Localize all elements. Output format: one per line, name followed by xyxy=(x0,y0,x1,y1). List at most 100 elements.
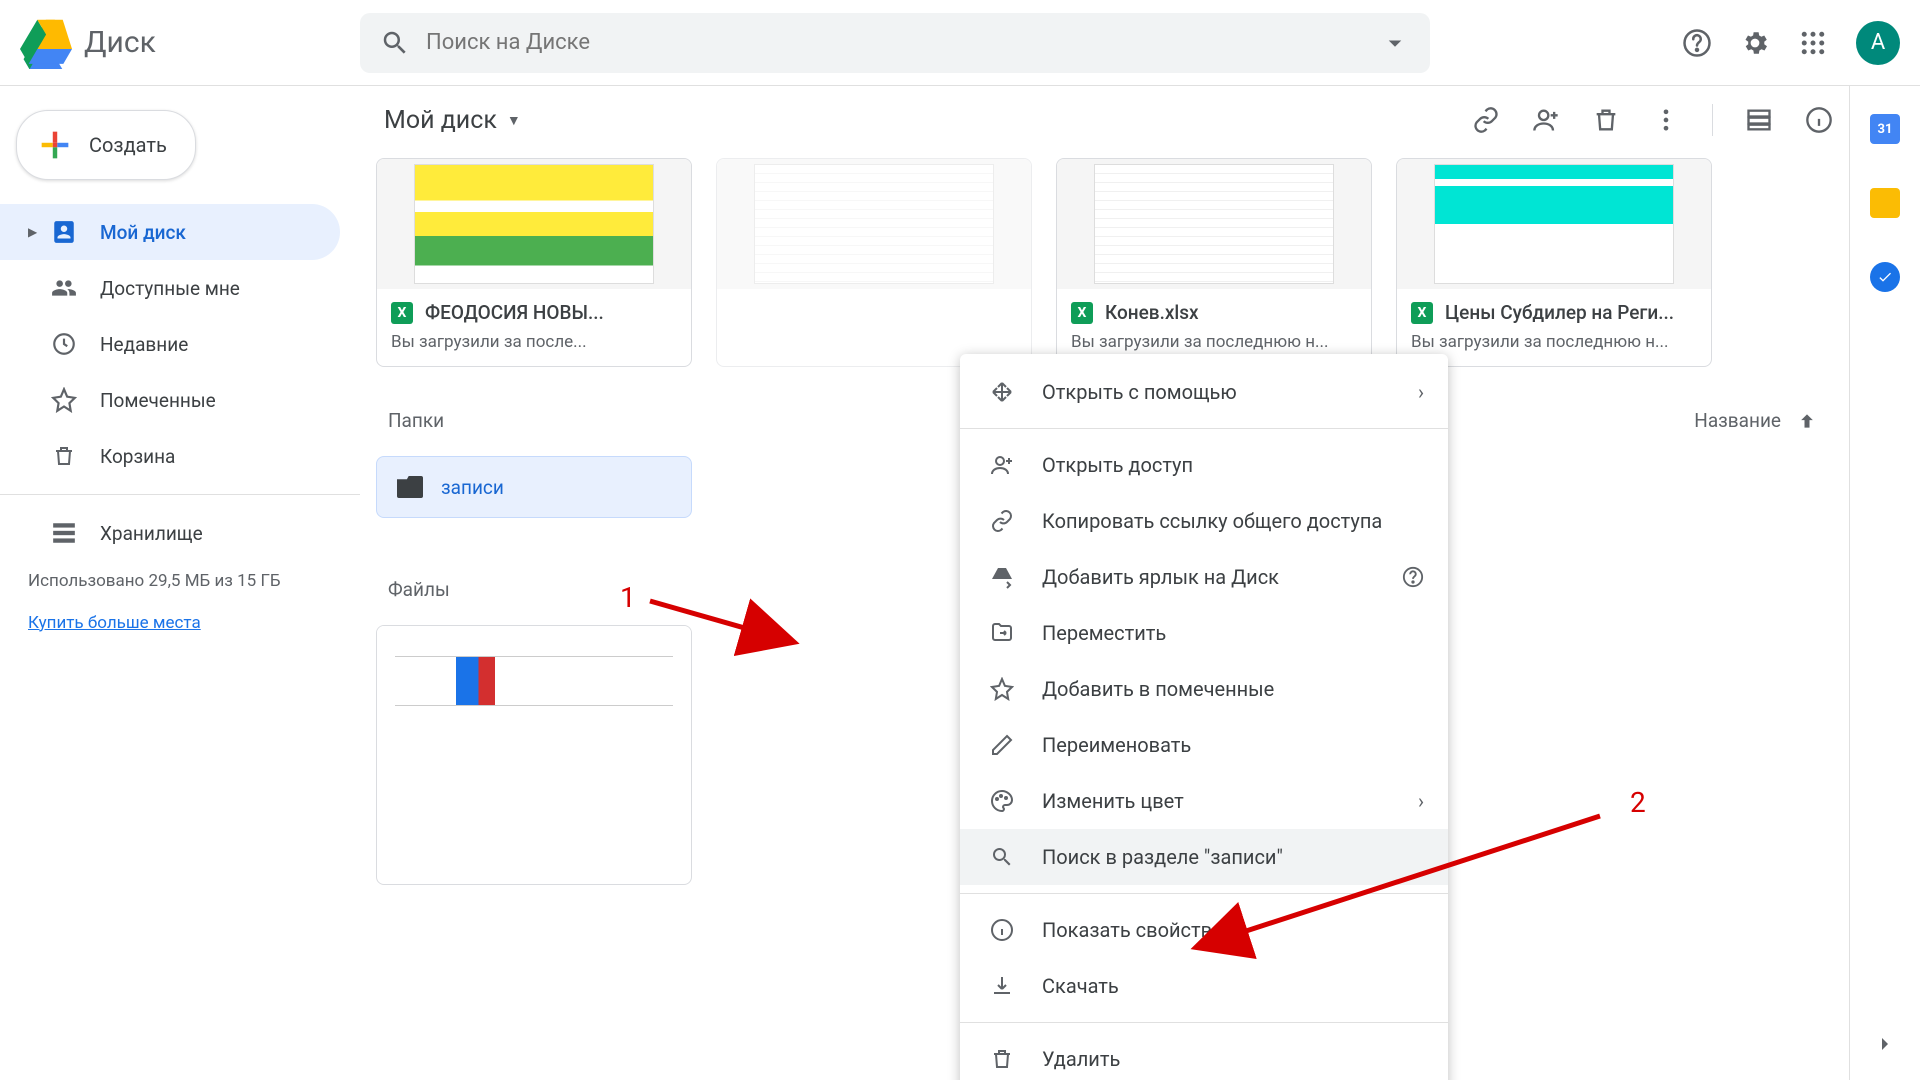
sidebar-item-label: Мой диск xyxy=(100,221,186,244)
sidebar-item-shared[interactable]: ▶ Доступные мне xyxy=(0,260,340,316)
search-box[interactable] xyxy=(360,13,1430,73)
calendar-app-icon[interactable]: 31 xyxy=(1870,114,1900,144)
apps-icon[interactable] xyxy=(1798,28,1828,58)
info-icon xyxy=(988,916,1016,944)
info-icon[interactable] xyxy=(1805,106,1833,134)
clock-icon xyxy=(50,330,78,358)
menu-move[interactable]: Переместить xyxy=(960,605,1448,661)
card-thumbnail xyxy=(717,159,1031,289)
sheets-icon: X xyxy=(1411,302,1433,324)
card-thumbnail xyxy=(377,626,691,826)
sort-label: Название xyxy=(1694,409,1781,432)
sidebar-item-label: Недавние xyxy=(100,333,188,356)
drive-icon xyxy=(50,218,78,246)
sheets-icon: X xyxy=(1071,302,1093,324)
breadcrumb-label: Мой диск xyxy=(384,106,497,135)
open-with-icon xyxy=(988,378,1016,406)
context-menu: Открыть с помощью › Открыть доступ Копир… xyxy=(960,354,1448,1080)
menu-share[interactable]: Открыть доступ xyxy=(960,437,1448,493)
chevron-right-icon: › xyxy=(1418,380,1424,404)
sidebar-item-label: Доступные мне xyxy=(100,277,240,300)
settings-icon[interactable] xyxy=(1740,28,1770,58)
trash-icon xyxy=(50,442,78,470)
sidebar-item-starred[interactable]: ▶ Помеченные xyxy=(0,372,340,428)
drive-logo-icon xyxy=(20,17,72,69)
card-thumbnail xyxy=(377,159,691,289)
share-icon xyxy=(988,451,1016,479)
menu-add-shortcut[interactable]: Добавить ярлык на Диск xyxy=(960,549,1448,605)
sidebar: Создать ▶ Мой диск ▶ Доступные мне ▶ Нед… xyxy=(0,86,360,1080)
card-subtitle: Вы загрузили за после... xyxy=(377,328,691,366)
chevron-right-icon[interactable] xyxy=(1873,1032,1897,1056)
chevron-right-icon: › xyxy=(1418,789,1424,813)
menu-copy-link[interactable]: Копировать ссылку общего доступа xyxy=(960,493,1448,549)
menu-delete[interactable]: Удалить xyxy=(960,1031,1448,1080)
quick-access-row: X ФЕОДОСИЯ НОВЫ... Вы загрузили за после.… xyxy=(376,158,1833,367)
search-icon xyxy=(988,843,1016,871)
file-card[interactable]: XКонев.xlsx Вы загрузили за последнюю н.… xyxy=(1056,158,1372,367)
sidebar-item-storage[interactable]: ▶ Хранилище xyxy=(0,505,340,561)
rename-icon xyxy=(988,731,1016,759)
sort-control[interactable]: Название xyxy=(1694,409,1817,432)
more-icon[interactable] xyxy=(1652,106,1680,134)
header-actions: А xyxy=(1682,21,1900,65)
search-icon xyxy=(380,28,410,58)
annotation-2-label: 2 xyxy=(1630,786,1646,819)
card-thumbnail xyxy=(1057,159,1371,289)
file-card[interactable] xyxy=(716,158,1032,367)
menu-details[interactable]: Показать свойства xyxy=(960,902,1448,958)
plus-icon xyxy=(35,125,75,165)
tasks-app-icon[interactable] xyxy=(1870,262,1900,292)
selection-toolbar xyxy=(1472,104,1833,136)
menu-add-star[interactable]: Добавить в помеченные xyxy=(960,661,1448,717)
buy-storage-link[interactable]: Купить больше места xyxy=(28,611,332,637)
search-input[interactable] xyxy=(426,30,1380,55)
folder-name: записи xyxy=(441,476,504,499)
search-dropdown-icon[interactable] xyxy=(1380,28,1410,58)
arrow-up-icon xyxy=(1797,411,1817,431)
help-icon[interactable] xyxy=(1682,28,1712,58)
sidebar-item-trash[interactable]: ▶ Корзина xyxy=(0,428,340,484)
share-person-icon[interactable] xyxy=(1532,106,1560,134)
app-name: Диск xyxy=(84,25,156,60)
download-icon xyxy=(988,972,1016,1000)
star-icon xyxy=(988,675,1016,703)
keep-app-icon[interactable] xyxy=(1870,188,1900,218)
menu-change-color[interactable]: Изменить цвет › xyxy=(960,773,1448,829)
card-title: ФЕОДОСИЯ НОВЫ... xyxy=(425,301,604,324)
storage-icon xyxy=(50,519,78,547)
link-icon[interactable] xyxy=(1472,106,1500,134)
folders-heading: Папки xyxy=(376,409,444,432)
sidebar-item-recent[interactable]: ▶ Недавние xyxy=(0,316,340,372)
drive-shortcut-icon xyxy=(988,563,1016,591)
palette-icon xyxy=(988,787,1016,815)
sidebar-item-label: Помеченные xyxy=(100,389,216,412)
avatar[interactable]: А xyxy=(1856,21,1900,65)
sidebar-item-label: Корзина xyxy=(100,445,175,468)
folder-icon xyxy=(397,476,423,498)
star-icon xyxy=(50,386,78,414)
file-card[interactable] xyxy=(376,625,692,885)
menu-open-with[interactable]: Открыть с помощью › xyxy=(960,364,1448,420)
file-card[interactable]: X ФЕОДОСИЯ НОВЫ... Вы загрузили за после.… xyxy=(376,158,692,367)
chevron-down-icon: ▼ xyxy=(507,112,521,129)
menu-search-in[interactable]: Поиск в разделе "записи" xyxy=(960,829,1448,885)
logo-area[interactable]: Диск xyxy=(20,17,360,69)
sidebar-item-my-drive[interactable]: ▶ Мой диск xyxy=(0,204,340,260)
right-side-panel: 31 xyxy=(1850,86,1920,1080)
create-label: Создать xyxy=(89,133,167,157)
delete-icon[interactable] xyxy=(1592,106,1620,134)
breadcrumb[interactable]: Мой диск ▼ xyxy=(376,106,521,135)
chevron-right-icon: ▶ xyxy=(28,225,42,239)
sheets-icon: X xyxy=(391,302,413,324)
storage-usage: Использовано 29,5 МБ из 15 ГБ Купить бол… xyxy=(0,561,360,644)
menu-download[interactable]: Скачать xyxy=(960,958,1448,1014)
card-title: Конев.xlsx xyxy=(1105,301,1199,324)
file-card[interactable]: XЦены Субдилер на Реги... Вы загрузили з… xyxy=(1396,158,1712,367)
folder-item[interactable]: записи xyxy=(376,456,692,518)
menu-rename[interactable]: Переименовать xyxy=(960,717,1448,773)
create-button[interactable]: Создать xyxy=(16,110,196,180)
help-icon[interactable] xyxy=(1402,566,1424,588)
list-view-icon[interactable] xyxy=(1745,106,1773,134)
app-header: Диск А xyxy=(0,0,1920,86)
